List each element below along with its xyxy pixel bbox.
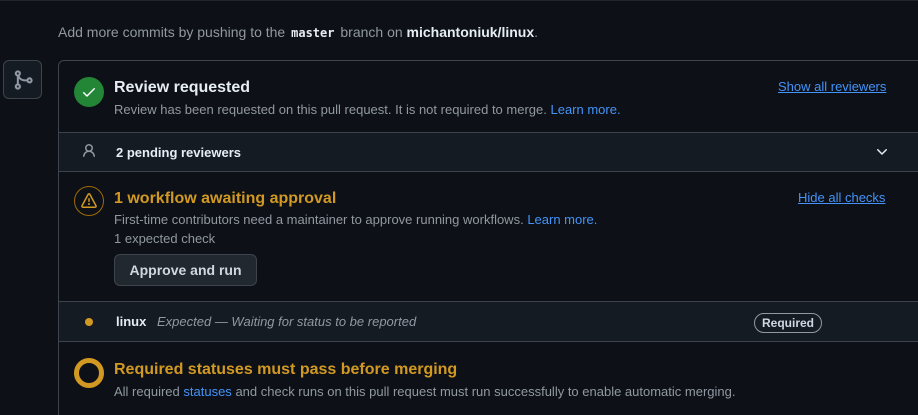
- required-statuses-suffix: and check runs on this pull request must…: [235, 384, 736, 399]
- approve-and-run-button[interactable]: Approve and run: [114, 254, 257, 286]
- push-instructions: Add more commits by pushing to the maste…: [58, 24, 538, 40]
- workflow-title: 1 workflow awaiting approval: [114, 190, 337, 207]
- show-all-reviewers-link[interactable]: Show all reviewers: [778, 79, 886, 94]
- review-description: Review has been requested on this pull r…: [114, 102, 621, 117]
- check-row: linux Expected — Waiting for status to b…: [59, 302, 918, 342]
- check-icon: [74, 77, 104, 107]
- git-merge-icon: [3, 60, 42, 99]
- repo-name: michantoniuk/linux: [406, 24, 535, 40]
- required-statuses-title: Required statuses must pass before mergi…: [114, 361, 458, 378]
- check-status: Expected — Waiting for status to be repo…: [157, 314, 417, 329]
- push-note-middle: branch on: [340, 24, 403, 40]
- pending-reviewers-row[interactable]: 2 pending reviewers: [59, 133, 918, 172]
- workflow-description: First-time contributors need a maintaine…: [114, 212, 597, 227]
- review-section: Review requested Review has been request…: [59, 61, 918, 133]
- person-icon: [81, 143, 97, 162]
- review-title: Review requested: [114, 79, 251, 96]
- alert-icon: [74, 186, 104, 216]
- pending-reviewers-label: 2 pending reviewers: [116, 145, 241, 160]
- merge-box: Review requested Review has been request…: [58, 60, 918, 415]
- circle-ring-icon: [74, 358, 104, 388]
- check-name: linux: [116, 314, 147, 329]
- workflow-section: 1 workflow awaiting approval First-time …: [59, 172, 918, 302]
- hide-all-checks-link[interactable]: Hide all checks: [798, 190, 885, 205]
- statuses-link[interactable]: statuses: [183, 384, 231, 399]
- required-statuses-description: All required statuses and check runs on …: [114, 384, 735, 399]
- review-learn-more-link[interactable]: Learn more.: [550, 102, 620, 117]
- expected-check-count: 1 expected check: [114, 231, 216, 246]
- required-badge: Required: [754, 313, 823, 333]
- required-statuses-section: Required statuses must pass before mergi…: [59, 342, 918, 415]
- review-description-text: Review has been requested on this pull r…: [114, 102, 547, 117]
- dot-fill-icon: [85, 318, 93, 326]
- workflow-description-text: First-time contributors need a maintaine…: [114, 212, 524, 227]
- push-note-prefix: Add more commits by pushing to the: [58, 24, 286, 40]
- required-statuses-prefix: All required: [114, 384, 180, 399]
- workflow-learn-more-link[interactable]: Learn more.: [527, 212, 597, 227]
- chevron-down-icon[interactable]: [874, 144, 890, 163]
- branch-name: master: [291, 26, 335, 40]
- top-divider: [0, 0, 918, 1]
- push-note-suffix: .: [534, 24, 539, 40]
